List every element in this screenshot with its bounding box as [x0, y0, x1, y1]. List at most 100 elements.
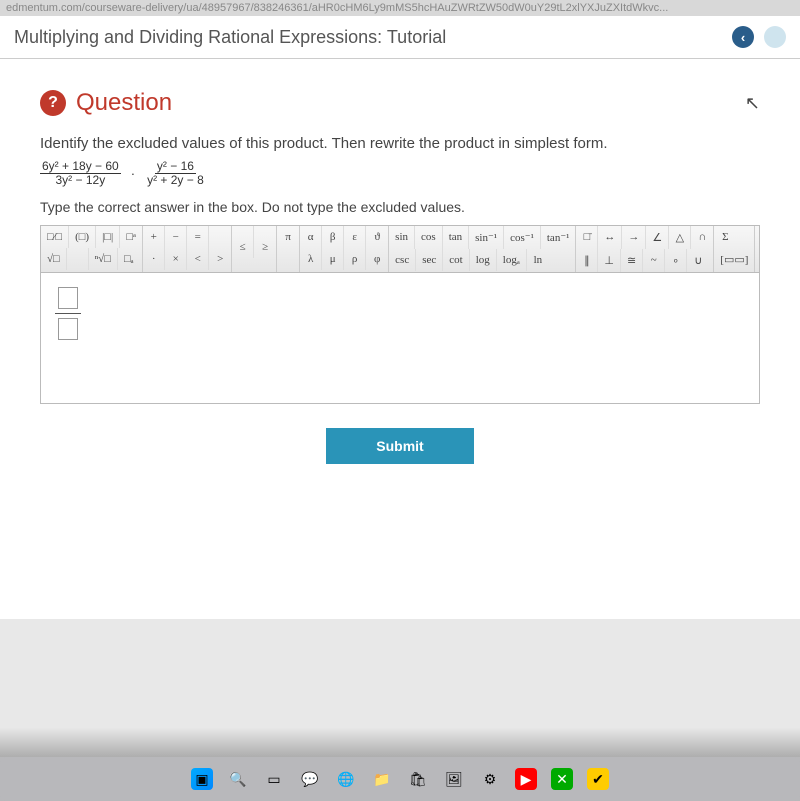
tool-sin[interactable]: sin: [389, 226, 415, 249]
tool-sigma[interactable]: Σ: [714, 226, 736, 248]
tool-degree[interactable]: ∘: [665, 249, 687, 272]
tool-paren[interactable]: (□): [69, 226, 96, 248]
tool-parallel[interactable]: ∥: [576, 249, 598, 272]
tool-asin[interactable]: sin⁻¹: [469, 226, 504, 249]
taskview-icon[interactable]: ▭: [263, 768, 285, 790]
tool-tan[interactable]: tan: [443, 226, 469, 249]
lesson-title-bar: Multiplying and Dividing Rational Expres…: [0, 16, 800, 59]
toolbar-group-ineq: ≤ ≥: [232, 226, 277, 272]
xbox-icon[interactable]: ✕: [551, 768, 573, 790]
tool-ge[interactable]: ≥: [254, 236, 276, 258]
answer-fraction-template[interactable]: [55, 287, 81, 340]
answer-numerator-box[interactable]: [58, 287, 78, 309]
submit-button[interactable]: Submit: [326, 428, 473, 464]
tool-times[interactable]: ×: [165, 248, 187, 270]
tool-le[interactable]: ≤: [232, 236, 254, 258]
tool-cos[interactable]: cos: [415, 226, 443, 249]
question-prompt: Identify the excluded values of this pro…: [40, 135, 760, 152]
tool-similar[interactable]: ~: [643, 249, 665, 272]
search-icon[interactable]: 🔍: [227, 768, 249, 790]
answer-fraction-bar: [55, 313, 81, 314]
tool-cot[interactable]: cot: [443, 249, 469, 271]
tool-triangle[interactable]: △: [669, 226, 691, 249]
toolbar-group-ops: + − = · × < >: [143, 226, 232, 272]
answer-instructions: Type the correct answer in the box. Do n…: [40, 199, 760, 215]
tool-sqrt[interactable]: √□: [41, 248, 67, 270]
tool-lambda[interactable]: λ: [300, 248, 322, 270]
toolbar-group-pi: π: [277, 226, 300, 272]
answer-denominator-box[interactable]: [58, 318, 78, 340]
math-toolbar: □⁄□ (□) |□| □ᵃ √□ ⁿ√□ □ₐ + − =: [41, 226, 759, 273]
next-page-button[interactable]: [764, 26, 786, 48]
tool-sub[interactable]: □ₐ: [118, 248, 140, 270]
tool-alpha[interactable]: α: [300, 226, 322, 248]
cursor-icon: ↖: [745, 93, 760, 114]
toolbar-group-greek: α β ε ϑ λ μ ρ φ: [300, 226, 389, 272]
tool-log[interactable]: log: [470, 249, 497, 271]
toolbar-group-templates: □⁄□ (□) |□| □ᵃ √□ ⁿ√□ □ₐ: [41, 226, 143, 272]
tool-b3b[interactable]: [254, 226, 276, 236]
tool-b4[interactable]: [277, 248, 299, 258]
tool-acos[interactable]: cos⁻¹: [504, 226, 541, 249]
tool-equals[interactable]: =: [187, 226, 209, 248]
tool-beta[interactable]: β: [322, 226, 344, 248]
chat-icon[interactable]: 💬: [299, 768, 321, 790]
tool-ray[interactable]: →: [622, 226, 646, 249]
tool-plus[interactable]: +: [143, 226, 165, 248]
tool-line[interactable]: ↔: [598, 226, 622, 249]
tool-fraction[interactable]: □⁄□: [41, 226, 69, 248]
fraction2-denominator: y² + 2y − 8: [145, 174, 206, 187]
tool-blank2[interactable]: [209, 226, 231, 248]
tool-ln[interactable]: ln: [527, 249, 549, 271]
fraction1-numerator: 6y² + 18y − 60: [40, 160, 121, 174]
toolbar-group-geom: □̄ ↔ → ∠ △ ∩ ∥ ⊥ ≅ ~ ∘ ∪: [576, 226, 714, 272]
start-icon[interactable]: ▣: [191, 768, 213, 790]
tool-phi[interactable]: φ: [366, 248, 388, 270]
tool-angle[interactable]: ∠: [646, 226, 669, 249]
tool-eps[interactable]: ε: [344, 226, 366, 248]
tool-loga[interactable]: logₐ: [497, 249, 527, 271]
photos-icon[interactable]: 🖼: [443, 768, 465, 790]
question-panel: ? Question ↖ Identify the excluded value…: [0, 59, 800, 619]
youtube-icon[interactable]: ▶: [515, 768, 537, 790]
math-expression: 6y² + 18y − 60 3y² − 12y · y² − 16 y² + …: [40, 160, 760, 187]
settings-icon[interactable]: ⚙: [479, 768, 501, 790]
fraction2-numerator: y² − 16: [155, 160, 196, 174]
tool-segment[interactable]: □̄: [576, 226, 598, 249]
tool-matrix[interactable]: [▭▭]: [714, 248, 754, 271]
tool-csc[interactable]: csc: [389, 249, 416, 271]
fraction1-denominator: 3y² − 12y: [54, 174, 108, 187]
norton-icon[interactable]: ✔: [587, 768, 609, 790]
prev-page-button[interactable]: ‹: [732, 26, 754, 48]
tool-super[interactable]: □ᵃ: [120, 226, 142, 248]
store-icon[interactable]: 🛍: [407, 768, 429, 790]
windows-taskbar: ▣ 🔍 ▭ 💬 🌐 📁 🛍 🖼 ⚙ ▶ ✕ ✔: [0, 757, 800, 801]
tool-nroot[interactable]: ⁿ√□: [89, 248, 118, 270]
tool-b3a[interactable]: [232, 226, 254, 236]
tool-union[interactable]: ∪: [687, 249, 709, 272]
toolbar-group-sigma: Σ [▭▭]: [714, 226, 755, 272]
tool-mu[interactable]: μ: [322, 248, 344, 270]
tool-sec[interactable]: sec: [416, 249, 443, 271]
multiply-dot: ·: [131, 166, 135, 181]
edge-icon[interactable]: 🌐: [335, 768, 357, 790]
answer-input-area[interactable]: [41, 273, 759, 403]
url-bar: edmentum.com/courseware-delivery/ua/4895…: [0, 0, 800, 16]
tool-atan[interactable]: tan⁻¹: [541, 226, 576, 249]
tool-intersect[interactable]: ∩: [691, 226, 713, 249]
tool-pi[interactable]: π: [277, 226, 299, 248]
tool-minus[interactable]: −: [165, 226, 187, 248]
question-heading: Question: [76, 89, 172, 117]
tool-blank1[interactable]: [67, 248, 89, 270]
tool-abs[interactable]: |□|: [96, 226, 120, 248]
tool-dot[interactable]: ·: [143, 248, 165, 270]
tool-perp[interactable]: ⊥: [598, 249, 621, 272]
tool-congruent[interactable]: ≅: [621, 249, 643, 272]
tool-theta[interactable]: ϑ: [366, 226, 388, 248]
tool-rho[interactable]: ρ: [344, 248, 366, 270]
tool-gt[interactable]: >: [209, 248, 231, 270]
question-mark-icon: ?: [40, 90, 66, 116]
tool-lt[interactable]: <: [187, 248, 209, 270]
toolbar-group-trig: sin cos tan sin⁻¹ cos⁻¹ tan⁻¹ csc sec co…: [389, 226, 576, 272]
explorer-icon[interactable]: 📁: [371, 768, 393, 790]
